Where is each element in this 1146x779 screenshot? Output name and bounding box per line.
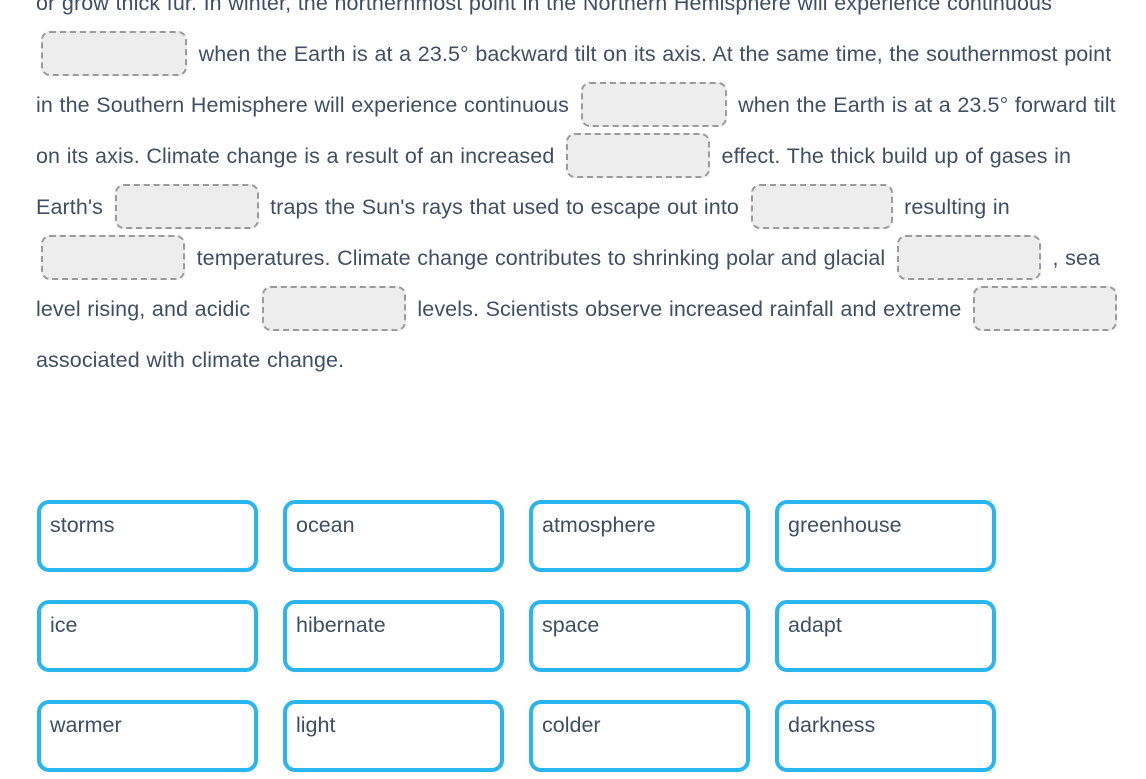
word-tile-colder[interactable]: colder — [529, 700, 750, 772]
word-tile-ice[interactable]: ice — [37, 600, 258, 672]
blank-6[interactable] — [41, 234, 185, 280]
word-tile-adapt[interactable]: adapt — [775, 600, 996, 672]
blank-1[interactable] — [41, 30, 187, 76]
word-tile-greenhouse[interactable]: greenhouse — [775, 500, 996, 572]
word-tile-atmosphere[interactable]: atmosphere — [529, 500, 750, 572]
word-tile-warmer[interactable]: warmer — [37, 700, 258, 772]
word-tile-hibernate[interactable]: hibernate — [283, 600, 504, 672]
word-tile-light[interactable]: light — [283, 700, 504, 772]
passage-text-segment: traps the Sun's rays that used to escape… — [263, 195, 746, 219]
passage-text-segment: temperatures. Climate change contributes… — [190, 246, 892, 270]
blank-7[interactable] — [896, 234, 1041, 280]
blank-8[interactable] — [261, 285, 406, 331]
blank-5[interactable] — [750, 183, 893, 229]
blank-3[interactable] — [565, 132, 710, 178]
passage-text-segment: levels. Scientists observe increased rai… — [410, 297, 969, 321]
passage-text-segment: resulting in — [897, 195, 1017, 219]
word-tile-storms[interactable]: storms — [37, 500, 258, 572]
cloze-passage: or grow thick fur. In winter, the northe… — [36, 0, 1134, 386]
blank-4[interactable] — [114, 183, 259, 229]
cloze-exercise-page: or grow thick fur. In winter, the northe… — [0, 0, 1146, 779]
word-bank: storms ocean atmosphere greenhouse ice hibern… — [37, 500, 1047, 772]
word-tile-darkness[interactable]: darkness — [775, 700, 996, 772]
word-tile-ocean[interactable]: ocean — [283, 500, 504, 572]
blank-9[interactable] — [973, 285, 1118, 331]
cloze-passage-text: or grow thick fur. In winter, the northe… — [36, 0, 1134, 386]
passage-text-segment: or grow thick fur. In winter, the northe… — [36, 0, 1059, 15]
word-tile-space[interactable]: space — [529, 600, 750, 672]
blank-2[interactable] — [580, 81, 727, 127]
